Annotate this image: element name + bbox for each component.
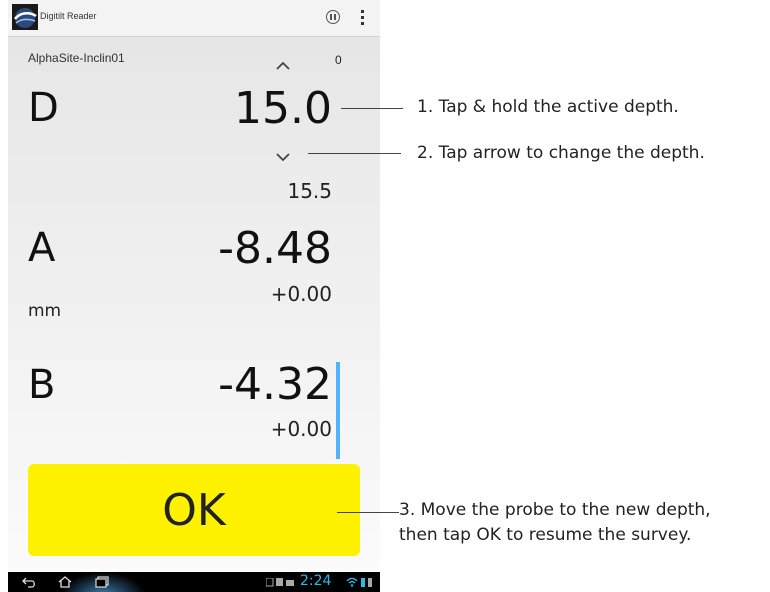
chevron-down-icon[interactable] [276, 150, 290, 164]
home-icon[interactable] [58, 576, 72, 588]
callout-step-1: 1. Tap & hold the active depth. [417, 97, 679, 117]
active-depth-value[interactable]: 15.0 [234, 83, 332, 134]
reading-a-delta: +0.00 [270, 282, 332, 306]
depth-label: D [28, 85, 59, 131]
callout-line-1 [341, 108, 403, 109]
reading-b-indicator [336, 362, 340, 459]
action-bar: Digitilt Reader [8, 0, 380, 37]
reading-b-label: B [28, 362, 56, 408]
callout-step-2: 2. Tap arrow to change the depth. [417, 143, 705, 163]
app-title: Digitilt Reader [40, 11, 97, 21]
unit-label: mm [28, 301, 62, 321]
next-depth-value: 15.5 [287, 179, 332, 203]
notification-icons [266, 578, 294, 587]
site-name: AlphaSite-Inclin01 [28, 51, 125, 65]
reading-a-label: A [28, 225, 56, 271]
callout-step-3-line-1: 3. Move the probe to the new depth, [399, 500, 711, 520]
reading-b-value: -4.32 [218, 359, 332, 410]
callout-line-2 [308, 153, 401, 154]
status-time: 2:24 [300, 573, 332, 589]
chevron-up-icon[interactable] [276, 59, 290, 73]
reading-a-value: -8.48 [218, 223, 332, 274]
overflow-menu-icon[interactable] [358, 9, 366, 27]
reading-counter: 0 [335, 53, 342, 67]
callout-line-3 [337, 512, 399, 513]
callout-step-3-line-2: then tap OK to resume the survey. [399, 525, 692, 545]
ok-button[interactable]: OK [28, 464, 360, 556]
reading-b-delta: +0.00 [270, 417, 332, 441]
pause-icon[interactable] [326, 10, 340, 24]
reader-content: AlphaSite-Inclin01 0 D 15.0 15.5 A -8.48… [8, 37, 380, 572]
device-screen: Digitilt Reader AlphaSite-Inclin01 0 D 1… [8, 0, 380, 592]
recent-apps-icon[interactable] [95, 576, 109, 588]
app-logo-icon [12, 4, 38, 30]
back-icon[interactable] [22, 576, 36, 588]
system-nav-bar: 2:24 [8, 572, 380, 592]
wifi-battery-icon [346, 577, 372, 587]
